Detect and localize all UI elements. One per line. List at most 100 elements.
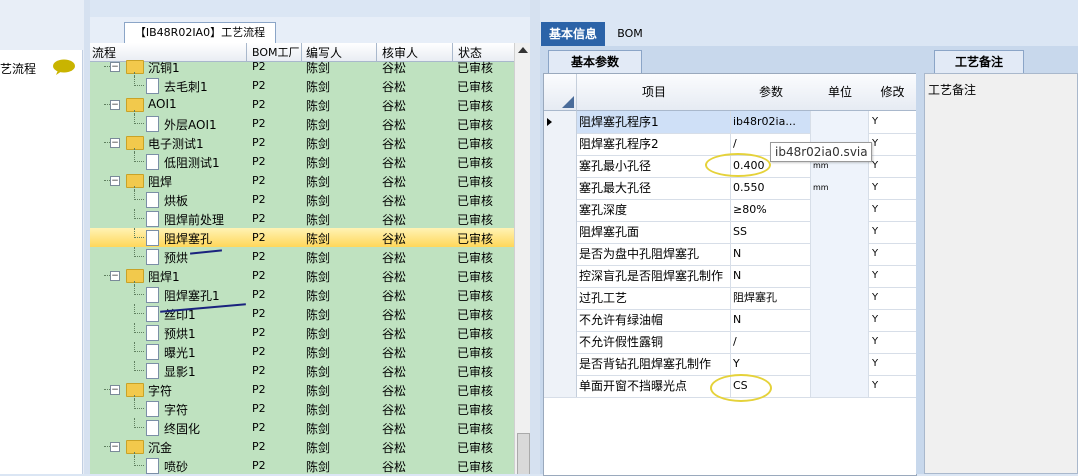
- param-value[interactable]: 0.550: [731, 177, 811, 199]
- grid-header-unit[interactable]: 单位: [811, 74, 870, 111]
- tab-process-flow[interactable]: 【IB48R02IA0】工艺流程: [124, 22, 276, 43]
- process-notes-textarea[interactable]: 工艺备注: [924, 73, 1078, 474]
- row-indicator[interactable]: [544, 287, 577, 309]
- param-unit[interactable]: [811, 221, 869, 243]
- tree-row[interactable]: 终固化 P2 陈剑 谷松 已审核: [90, 418, 514, 437]
- row-indicator[interactable]: [544, 265, 577, 287]
- tree-row[interactable]: 烘板 P2 陈剑 谷松 已审核: [90, 190, 514, 209]
- param-row[interactable]: 是否背钻孔阻焊塞孔制作 Y Y: [544, 353, 916, 376]
- collapse-toggle-icon[interactable]: −: [110, 385, 120, 395]
- collapse-toggle-icon[interactable]: −: [110, 442, 120, 452]
- param-modify[interactable]: Y: [869, 309, 916, 331]
- param-row[interactable]: 过孔工艺 阻焊塞孔 Y: [544, 287, 916, 310]
- param-row[interactable]: 塞孔最大孔径 0.550 mm Y: [544, 177, 916, 200]
- tree-row[interactable]: 阻焊塞孔 P2 陈剑 谷松 已审核: [90, 228, 514, 247]
- param-modify[interactable]: Y: [869, 221, 916, 243]
- tree-row[interactable]: 预烘 P2 陈剑 谷松 已审核: [90, 247, 514, 266]
- param-row[interactable]: 不允许假性露铜 / Y: [544, 331, 916, 354]
- grid-header-item[interactable]: 项目: [577, 74, 732, 111]
- param-unit[interactable]: [811, 265, 869, 287]
- tree-row[interactable]: 低阻测试1 P2 陈剑 谷松 已审核: [90, 152, 514, 171]
- tree-row[interactable]: 丝印1 P2 陈剑 谷松 已审核: [90, 304, 514, 323]
- tree-row[interactable]: 预烘1 P2 陈剑 谷松 已审核: [90, 323, 514, 342]
- param-modify[interactable]: Y: [869, 353, 916, 375]
- param-unit[interactable]: [811, 287, 869, 309]
- param-value[interactable]: ≥80%: [731, 199, 811, 221]
- param-unit[interactable]: mm: [811, 177, 869, 199]
- param-unit[interactable]: [811, 353, 869, 375]
- param-modify[interactable]: Y: [869, 375, 916, 397]
- tree-row[interactable]: 外层AOI1 P2 陈剑 谷松 已审核: [90, 114, 514, 133]
- param-row[interactable]: 阻焊塞孔程序1 ib48r02ia... Y: [544, 111, 916, 134]
- left-nav-item-process-flow[interactable]: 艺流程: [0, 56, 82, 82]
- row-indicator[interactable]: [544, 155, 577, 177]
- param-unit[interactable]: [811, 111, 869, 133]
- row-indicator[interactable]: [544, 111, 577, 133]
- param-modify[interactable]: Y: [869, 133, 916, 155]
- param-modify[interactable]: Y: [869, 243, 916, 265]
- right-splitter[interactable]: [916, 46, 924, 474]
- tree-row[interactable]: − 沉金 P2 陈剑 谷松 已审核: [90, 437, 514, 456]
- collapse-toggle-icon[interactable]: −: [110, 271, 120, 281]
- param-value[interactable]: N: [731, 309, 811, 331]
- tree-row[interactable]: − 阻焊1 P2 陈剑 谷松 已审核: [90, 266, 514, 285]
- tab-basic-info[interactable]: 基本信息: [541, 22, 605, 46]
- row-indicator[interactable]: [544, 353, 577, 375]
- tree-row[interactable]: 曝光1 P2 陈剑 谷松 已审核: [90, 342, 514, 361]
- param-value[interactable]: Y: [731, 353, 811, 375]
- param-value[interactable]: SS: [731, 221, 811, 243]
- tab-bom[interactable]: BOM: [610, 22, 650, 46]
- tree-row[interactable]: 阻焊前处理 P2 陈剑 谷松 已审核: [90, 209, 514, 228]
- tree-row[interactable]: 字符 P2 陈剑 谷松 已审核: [90, 399, 514, 418]
- tree-row[interactable]: 显影1 P2 陈剑 谷松 已审核: [90, 361, 514, 380]
- collapse-toggle-icon[interactable]: −: [110, 138, 120, 148]
- param-modify[interactable]: Y: [869, 111, 916, 133]
- row-indicator[interactable]: [544, 221, 577, 243]
- param-row[interactable]: 塞孔深度 ≥80% Y: [544, 199, 916, 222]
- tree-vertical-scrollbar[interactable]: [514, 43, 530, 474]
- param-modify[interactable]: Y: [869, 287, 916, 309]
- collapse-toggle-icon[interactable]: −: [110, 176, 120, 186]
- collapse-toggle-icon[interactable]: −: [110, 62, 120, 72]
- tree-row[interactable]: − 电子测试1 P2 陈剑 谷松 已审核: [90, 133, 514, 152]
- row-indicator[interactable]: [544, 375, 577, 397]
- row-indicator[interactable]: [544, 309, 577, 331]
- tree-row[interactable]: − 字符 P2 陈剑 谷松 已审核: [90, 380, 514, 399]
- param-value[interactable]: ib48r02ia...: [731, 111, 811, 133]
- row-indicator[interactable]: [544, 331, 577, 353]
- row-indicator[interactable]: [544, 133, 577, 155]
- grid-header-modify[interactable]: 修改: [869, 74, 916, 111]
- collapse-toggle-icon[interactable]: −: [110, 100, 120, 110]
- row-indicator[interactable]: [544, 199, 577, 221]
- tree-row[interactable]: − 沉铜1 P2 陈剑 谷松 已审核: [90, 57, 514, 76]
- tree-row[interactable]: 喷砂 P2 陈剑 谷松 已审核: [90, 456, 514, 474]
- param-value[interactable]: /: [731, 331, 811, 353]
- param-value[interactable]: N: [731, 265, 811, 287]
- scroll-up-arrow-icon[interactable]: [518, 47, 528, 53]
- tab-basic-params[interactable]: 基本参数: [548, 50, 642, 73]
- tree-row[interactable]: − 阻焊 P2 陈剑 谷松 已审核: [90, 171, 514, 190]
- tree-row[interactable]: 去毛刺1 P2 陈剑 谷松 已审核: [90, 76, 514, 95]
- tree-row[interactable]: 阻焊塞孔1 P2 陈剑 谷松 已审核: [90, 285, 514, 304]
- param-modify[interactable]: Y: [869, 331, 916, 353]
- param-row[interactable]: 阻焊塞孔面 SS Y: [544, 221, 916, 244]
- scrollbar-thumb[interactable]: [517, 433, 530, 474]
- row-indicator[interactable]: [544, 177, 577, 199]
- middle-splitter[interactable]: [530, 0, 540, 474]
- param-unit[interactable]: [811, 243, 869, 265]
- param-value[interactable]: N: [731, 243, 811, 265]
- param-value[interactable]: 阻焊塞孔: [731, 287, 811, 309]
- param-unit[interactable]: [811, 375, 869, 397]
- param-row[interactable]: 不允许有绿油帽 N Y: [544, 309, 916, 332]
- param-row[interactable]: 是否为盘中孔阻焊塞孔 N Y: [544, 243, 916, 266]
- param-unit[interactable]: [811, 199, 869, 221]
- param-unit[interactable]: [811, 331, 869, 353]
- param-modify[interactable]: Y: [869, 265, 916, 287]
- tab-process-notes[interactable]: 工艺备注: [934, 50, 1024, 73]
- param-row[interactable]: 控深盲孔是否阻焊塞孔制作 N Y: [544, 265, 916, 288]
- tree-row[interactable]: − AOI1 P2 陈剑 谷松 已审核: [90, 95, 514, 114]
- row-indicator[interactable]: [544, 243, 577, 265]
- grid-header-param[interactable]: 参数: [731, 74, 812, 111]
- param-modify[interactable]: Y: [869, 155, 916, 177]
- param-unit[interactable]: [811, 309, 869, 331]
